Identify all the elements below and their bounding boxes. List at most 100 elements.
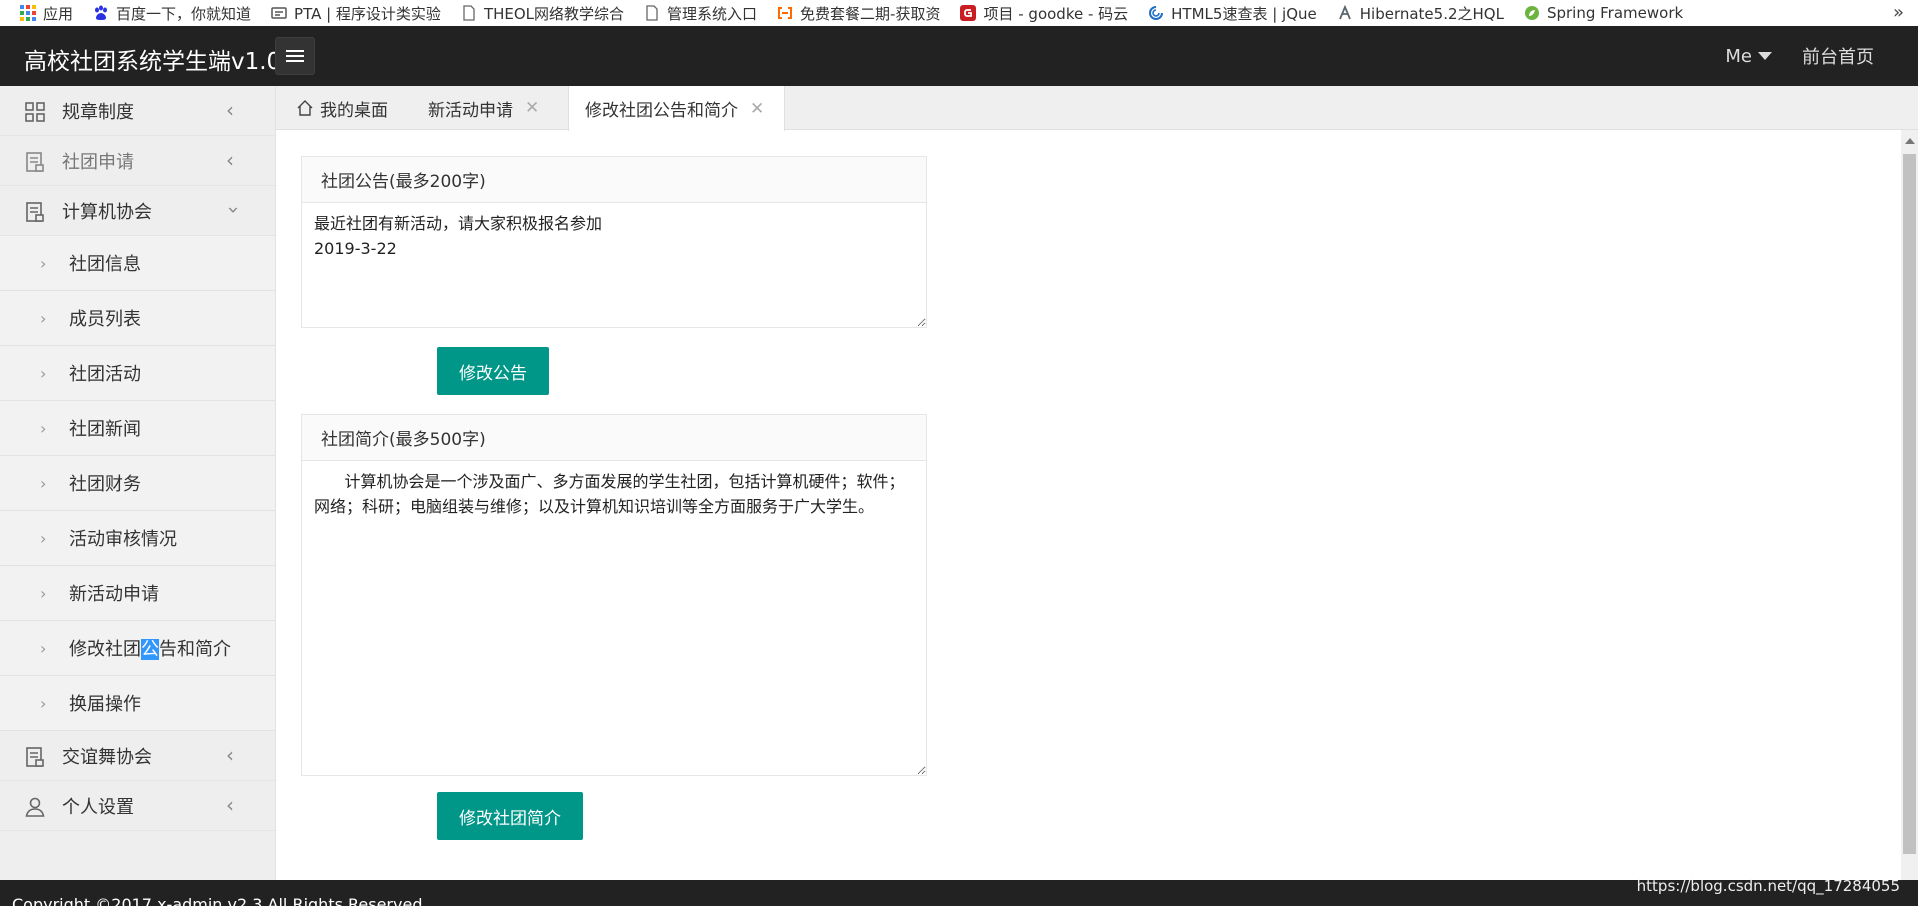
intro-panel-header: 社团简介(最多500字) [302,415,926,461]
intro-textarea[interactable]: 计算机协会是一个涉及面广、多方面发展的学生社团，包括计算机硬件；软件；网络；科研… [302,461,926,775]
sidebar-item-rules[interactable]: 规章制度 ‹ [0,86,275,136]
sidebar-subitem-label: 社团财务 [69,474,141,495]
sidebar-item-computer-assoc[interactable]: 计算机协会 ‹ [0,186,275,236]
sidebar-item-dance-assoc[interactable]: 交谊舞协会 ‹ [0,731,275,781]
sidebar-subitem-label: 成员列表 [69,309,141,330]
sidebar-subitem-label: 社团新闻 [69,419,141,440]
bookmark-label: 百度一下，你就知道 [116,4,252,23]
bookmark-baidu[interactable]: 百度一下，你就知道 [93,3,251,24]
scrollbar-thumb[interactable] [1903,154,1916,854]
sidebar-subitem-label: 新活动申请 [69,584,159,605]
chevron-right-icon: › [40,583,47,603]
notice-panel: 社团公告(最多200字) 最近社团有新活动，请大家积极报名参加 2019-3-2… [301,156,927,328]
bookmarks-bar: 应用 百度一下，你就知道 PTA | 程序设计类实验 THEOL网络教学综合 管… [0,0,1918,26]
chevron-left-icon: ‹ [226,148,234,172]
label-part: 修改社团 [69,639,141,660]
vertical-scrollbar[interactable] [1901,130,1918,880]
page-icon [644,5,660,21]
sidebar-subitem-club-activities[interactable]: › 社团活动 [0,346,275,401]
sidebar-subitem-label: 修改社团公告和简介 [69,635,231,661]
sidebar-subitem-club-info[interactable]: › 社团信息 [0,236,275,291]
top-header: 高校社团系统学生端v1.0 Me 前台首页 [0,26,1918,86]
html5-icon [1148,5,1164,21]
close-icon[interactable]: ✕ [525,98,539,118]
apps-grid-icon [20,5,36,21]
sidebar: 规章制度 ‹ 社团申请 ‹ 计算机协会 ‹ › 社团信息 › 成员列表 › 社团… [0,86,276,880]
sidebar-subitem-activity-review[interactable]: › 活动审核情况 [0,511,275,566]
menu-toggle-button[interactable] [275,37,315,75]
bookmark-theol[interactable]: THEOL网络教学综合 [461,3,624,24]
bookmark-label: THEOL网络教学综合 [483,4,625,23]
tab-edit-notice[interactable]: 修改社团公告和简介 ✕ [568,86,786,131]
notice-textarea[interactable]: 最近社团有新活动，请大家积极报名参加 2019-3-22 [302,203,926,327]
chevron-right-icon: › [40,363,47,383]
intro-panel: 社团简介(最多500字) 计算机协会是一个涉及面广、多方面发展的学生社团，包括计… [301,414,927,776]
hamburger-icon [286,47,304,65]
sidebar-item-label: 社团申请 [62,151,134,173]
footer-copyright: Copyright ©2017 x-admin v2.3 All Rights … [12,895,423,906]
form-icon [26,152,44,172]
baidu-paw-icon [93,5,109,21]
grid-icon [25,102,45,122]
chevron-right-icon: › [40,528,47,548]
sidebar-subitem-term-change[interactable]: › 换届操作 [0,676,275,731]
bookmark-label: 免费套餐二期-获取资 [800,4,941,23]
sidebar-subitem-club-news[interactable]: › 社团新闻 [0,401,275,456]
chevron-right-icon: › [40,253,47,273]
sidebar-item-label: 规章制度 [62,101,134,123]
bookmark-spring[interactable]: Spring Framework [1524,4,1683,22]
caret-down-icon [1758,52,1772,60]
bookmark-label: PTA | 程序设计类实验 [294,4,441,23]
chevron-right-icon: › [40,418,47,438]
bookmark-apps[interactable]: 应用 [20,3,73,24]
update-intro-button[interactable]: 修改社团简介 [437,792,583,840]
bookmark-label: 管理系统入口 [667,4,758,23]
chevron-right-icon: › [40,693,47,713]
pta-icon [271,5,287,21]
user-menu-label: Me [1725,45,1752,67]
text-selection-highlight: 公 [141,639,159,660]
sidebar-subitem-label: 活动审核情况 [69,529,177,550]
sidebar-item-label: 计算机协会 [62,201,152,223]
bookmark-pta[interactable]: PTA | 程序设计类实验 [271,3,441,24]
hibernate-icon [1337,4,1353,21]
sidebar-item-label: 交谊舞协会 [62,746,152,768]
chevron-down-icon: ‹ [220,206,244,214]
home-icon [297,100,313,116]
front-home-link[interactable]: 前台首页 [1802,43,1874,69]
page-icon [461,5,477,21]
bookmark-aliyun[interactable]: 免费套餐二期-获取资 [777,3,940,24]
chevron-right-icon: › [40,473,47,493]
user-menu-dropdown[interactable]: Me [1725,46,1772,67]
chevron-left-icon: ‹ [226,98,234,122]
bookmark-label: Spring Framework [1546,4,1684,22]
sidebar-item-club-apply[interactable]: 社团申请 ‹ [0,136,275,186]
sidebar-subitem-label: 换届操作 [69,694,141,715]
bookmark-label: Hibernate5.2之HQL [1359,4,1504,23]
sidebar-subitem-label: 社团活动 [69,364,141,385]
sidebar-subitem-edit-notice[interactable]: › 修改社团公告和简介 [0,621,275,676]
tab-label: 我的桌面 [320,100,388,121]
bookmark-admin[interactable]: 管理系统入口 [644,3,757,24]
bookmark-html5[interactable]: HTML5速查表 | jQue [1148,3,1317,24]
sidebar-subitem-member-list[interactable]: › 成员列表 [0,291,275,346]
bookmarks-overflow-button[interactable]: » [1893,2,1904,23]
bookmark-label: HTML5速查表 | jQue [1171,4,1317,23]
update-notice-button[interactable]: 修改公告 [437,347,549,395]
sidebar-item-personal-settings[interactable]: 个人设置 ‹ [0,781,275,831]
form-icon [26,202,44,222]
tab-my-desktop[interactable]: 我的桌面 [296,86,388,130]
tab-new-activity[interactable]: 新活动申请 ✕ [428,86,539,130]
user-icon [25,797,45,817]
bookmark-hibernate[interactable]: Hibernate5.2之HQL [1337,3,1504,24]
spring-leaf-icon [1524,5,1540,21]
sidebar-subitem-new-activity[interactable]: › 新活动申请 [0,566,275,621]
gitee-icon [960,5,977,21]
aliyun-icon [777,5,793,21]
tab-label: 新活动申请 [428,100,513,121]
tab-label: 修改社团公告和简介 [585,101,738,121]
bookmark-gitee[interactable]: 项目 - goodke - 码云 [960,3,1128,24]
scroll-up-arrow-icon[interactable] [1905,138,1915,144]
close-icon[interactable]: ✕ [750,99,764,119]
sidebar-subitem-club-finance[interactable]: › 社团财务 [0,456,275,511]
